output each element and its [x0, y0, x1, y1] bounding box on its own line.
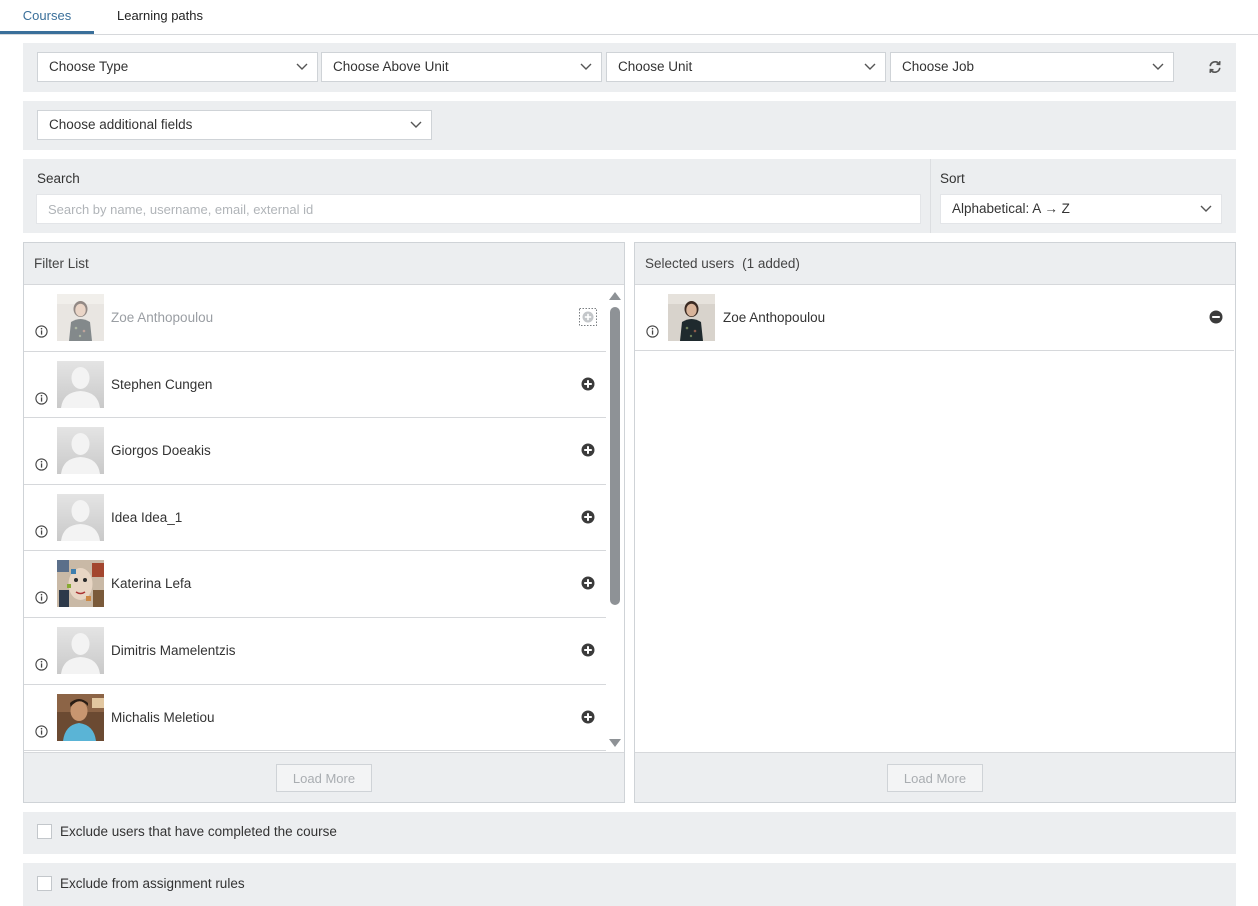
selected-users-title: Selected users — [645, 256, 735, 271]
add-circle-icon[interactable] — [581, 710, 595, 724]
info-icon[interactable] — [35, 724, 48, 738]
scroll-down-arrow-icon[interactable] — [609, 738, 621, 748]
user-name: Dimitris Mamelentzis — [111, 642, 236, 658]
info-icon[interactable] — [35, 458, 48, 471]
selected-users-count: (1 added) — [742, 256, 800, 271]
avatar — [57, 626, 104, 674]
list-item: Zoe Anthopoulou — [24, 285, 606, 352]
filter-list-footer: Load More — [24, 752, 624, 802]
exclude-rules-checkbox[interactable] — [37, 876, 52, 891]
additional-fields-panel: Choose additional fields — [23, 101, 1236, 150]
sort-label: Sort — [940, 171, 965, 186]
search-input[interactable] — [36, 194, 921, 224]
chevron-down-icon — [1200, 205, 1212, 212]
selected-users-header: Selected users (1 added) — [635, 243, 1235, 285]
selected-users-panel: Selected users (1 added) Zoe Anthopoulou… — [634, 242, 1236, 803]
search-sort-panel: Search Sort Alphabetical: A → Z — [23, 159, 1236, 233]
remove-circle-icon[interactable] — [1209, 310, 1223, 324]
user-name: Katerina Lefa — [111, 576, 192, 592]
exclude-completed-label[interactable]: Exclude users that have completed the co… — [60, 824, 337, 839]
selected-user-name: Zoe Anthopoulou — [723, 310, 826, 325]
filters-panel: Choose Type Choose Above Unit Choose Uni… — [23, 43, 1236, 92]
chevron-down-icon — [296, 63, 308, 70]
tab-learning-paths[interactable]: Learning paths — [102, 0, 218, 34]
user-name: Zoe Anthopoulou — [111, 310, 214, 325]
exclude-completed-option: Exclude users that have completed the co… — [23, 812, 1236, 854]
add-circle-icon[interactable] — [581, 377, 595, 391]
job-select-label: Choose Job — [902, 59, 975, 74]
tab-courses[interactable]: Courses — [0, 0, 94, 34]
list-item: Giorgos Doeakis — [24, 418, 606, 485]
unit-select[interactable]: Choose Unit — [606, 52, 886, 82]
additional-fields-select[interactable]: Choose additional fields — [37, 110, 432, 140]
job-select[interactable]: Choose Job — [890, 52, 1174, 82]
refresh-icon[interactable] — [1208, 60, 1222, 74]
filter-list-panel: Filter List Zoe Anthopoulou Stephen Cunge… — [23, 242, 625, 803]
scroll-up-arrow-icon[interactable] — [609, 291, 621, 301]
info-icon[interactable] — [35, 325, 48, 338]
search-label: Search — [37, 171, 80, 186]
avatar — [668, 294, 715, 341]
type-select-label: Choose Type — [49, 59, 129, 74]
avatar — [57, 493, 104, 541]
selected-user-row: Zoe Anthopoulou — [635, 285, 1234, 351]
selected-users-footer: Load More — [635, 752, 1235, 802]
avatar — [57, 294, 104, 341]
unit-select-label: Choose Unit — [618, 59, 693, 74]
avatar — [57, 560, 104, 608]
additional-fields-label: Choose additional fields — [49, 117, 193, 132]
filter-list-header: Filter List — [24, 243, 624, 285]
load-more-button[interactable]: Load More — [887, 764, 983, 792]
info-icon[interactable] — [35, 525, 48, 538]
info-icon[interactable] — [35, 591, 48, 605]
chevron-down-icon — [864, 63, 876, 70]
above-unit-select[interactable]: Choose Above Unit — [321, 52, 602, 82]
chevron-down-icon — [580, 63, 592, 70]
scrollbar[interactable] — [606, 285, 624, 752]
list-item: Stephen Cungen — [24, 352, 606, 419]
list-item: Michalis Meletiou — [24, 685, 606, 752]
list-item: Dimitris Mamelentzis — [24, 618, 606, 685]
user-name: Michalis Meletiou — [111, 709, 215, 725]
add-circle-icon[interactable] — [581, 576, 595, 590]
add-circle-icon[interactable] — [581, 510, 595, 524]
tab-bar: Courses Learning paths — [0, 0, 1258, 35]
list-item: Idea Idea_1 — [24, 485, 606, 552]
chevron-down-icon — [410, 121, 422, 128]
user-name: Giorgos Doeakis — [111, 443, 211, 459]
add-circle-icon[interactable] — [579, 308, 597, 326]
add-circle-icon[interactable] — [581, 643, 595, 657]
add-circle-icon[interactable] — [581, 443, 595, 457]
avatar — [57, 427, 104, 475]
info-icon[interactable] — [35, 391, 48, 405]
info-icon[interactable] — [646, 325, 659, 338]
sort-select[interactable]: Alphabetical: A → Z — [940, 194, 1222, 224]
list-item: Katerina Lefa — [24, 551, 606, 618]
avatar — [57, 360, 104, 408]
scroll-thumb[interactable] — [610, 307, 620, 605]
type-select[interactable]: Choose Type — [37, 52, 318, 82]
above-unit-select-label: Choose Above Unit — [333, 59, 449, 74]
user-name: Stephen Cungen — [111, 376, 213, 392]
user-name: Idea Idea_1 — [111, 509, 183, 525]
exclude-rules-label[interactable]: Exclude from assignment rules — [60, 876, 245, 891]
info-icon[interactable] — [35, 658, 48, 671]
avatar — [57, 693, 104, 741]
exclude-rules-option: Exclude from assignment rules — [23, 863, 1236, 906]
sort-select-label: Alphabetical: A → Z — [952, 201, 1070, 216]
load-more-button[interactable]: Load More — [276, 764, 372, 792]
divider — [930, 159, 931, 233]
chevron-down-icon — [1152, 63, 1164, 70]
exclude-completed-checkbox[interactable] — [37, 824, 52, 839]
user-list[interactable]: Zoe Anthopoulou Stephen Cungen Giorgos Doe… — [24, 285, 606, 752]
